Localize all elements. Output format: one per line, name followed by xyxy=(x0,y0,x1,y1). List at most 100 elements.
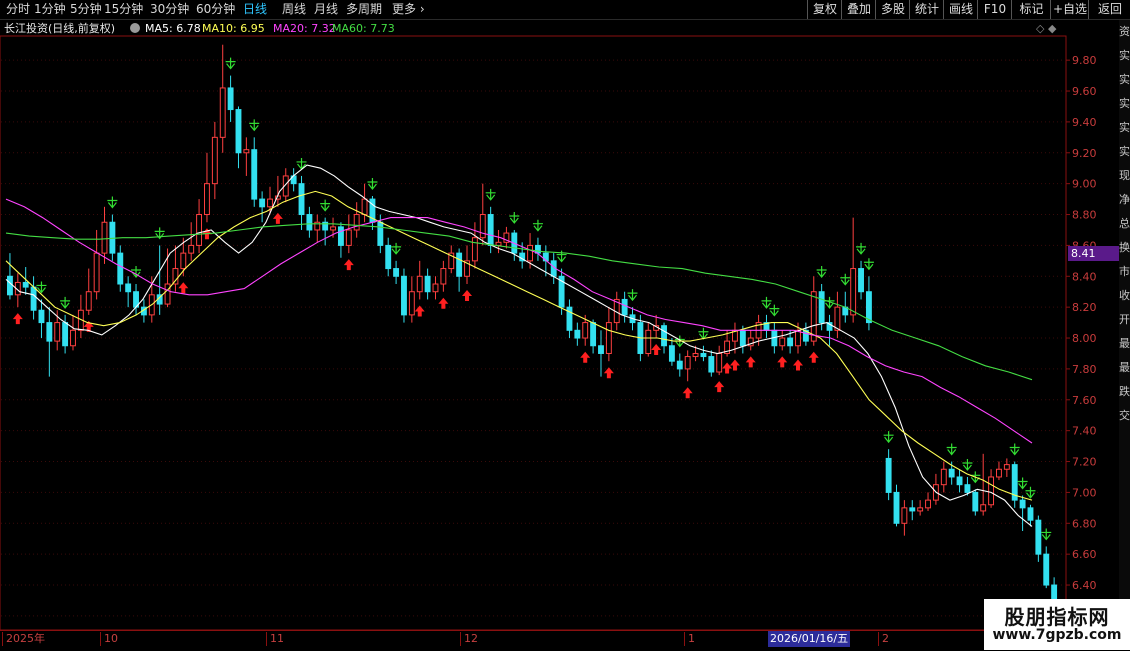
candle-body xyxy=(858,268,864,293)
toolbar-button[interactable]: 统计 xyxy=(909,0,944,19)
candle-body xyxy=(621,298,628,316)
candle-body xyxy=(117,252,124,285)
candle-body xyxy=(865,291,872,324)
down-arrow-icon xyxy=(816,266,827,278)
candle-body xyxy=(980,504,987,512)
up-arrow-icon xyxy=(651,344,662,356)
candle-body xyxy=(298,183,305,216)
down-arrow-icon xyxy=(485,188,496,201)
candle-body xyxy=(330,226,336,231)
right-strip-label: 净 xyxy=(1119,193,1130,206)
down-arrow-icon xyxy=(962,458,973,471)
down-arrow-icon xyxy=(320,199,331,212)
candle-body xyxy=(267,198,273,208)
candle-body xyxy=(70,329,76,347)
candle-body xyxy=(93,252,100,293)
y-axis-label: 7.00 xyxy=(1072,486,1097,499)
candle-body xyxy=(180,252,187,270)
right-strip-label: 资 xyxy=(1119,25,1130,38)
candle-body xyxy=(1035,519,1042,555)
up-arrow-icon xyxy=(462,290,473,302)
candle-body xyxy=(925,499,931,509)
down-arrow-icon xyxy=(509,211,520,224)
y-axis-label: 9.40 xyxy=(1072,116,1097,129)
current-price-tag: 8.41 xyxy=(1068,246,1121,261)
candle-body xyxy=(251,149,258,200)
candle-body xyxy=(337,226,344,246)
right-strip-label: 总 xyxy=(1119,217,1130,230)
period-tab[interactable]: 5分钟 xyxy=(70,1,102,18)
candle-body xyxy=(432,283,439,293)
watermark: 股朋指标网 www.7gpzb.com xyxy=(984,599,1130,650)
candle-body xyxy=(605,322,612,354)
toolbar-button[interactable]: +自选 xyxy=(1050,0,1089,19)
up-arrow-icon xyxy=(414,305,425,317)
date-axis-label: 11 xyxy=(266,632,284,646)
right-strip-label: 实 xyxy=(1119,73,1130,86)
candle-body xyxy=(996,468,1002,478)
down-arrow-icon xyxy=(863,258,874,271)
toolbar-button[interactable]: 复权 xyxy=(807,0,842,19)
period-tab[interactable]: 15分钟 xyxy=(104,1,143,18)
candle-body xyxy=(377,221,384,246)
toolbar-button[interactable]: 返回 xyxy=(1088,0,1130,19)
up-arrow-icon xyxy=(714,381,725,393)
candle-body xyxy=(393,268,400,277)
candle-body xyxy=(598,345,604,354)
right-strip-label: 现 xyxy=(1119,169,1130,182)
y-axis-label: 9.80 xyxy=(1072,54,1097,67)
toolbar-button[interactable]: 标记 xyxy=(1011,0,1051,19)
candle-body xyxy=(850,268,857,316)
candle-body xyxy=(574,329,581,339)
watermark-url: www.7gpzb.com xyxy=(992,627,1122,643)
period-tab[interactable]: 30分钟 xyxy=(150,1,189,18)
period-tab[interactable]: 多周期 xyxy=(346,1,382,18)
candle-body xyxy=(818,291,825,324)
y-axis-label: 6.80 xyxy=(1072,517,1097,530)
toolbar-button[interactable]: 多股 xyxy=(875,0,910,19)
down-arrow-icon xyxy=(856,242,867,255)
date-axis: 2 1 12 11 10 2025年 2026/01/16/五 xyxy=(0,630,1130,651)
candle-body xyxy=(22,281,29,288)
candle-body xyxy=(972,491,979,512)
candle-body xyxy=(1027,507,1034,521)
candle-body xyxy=(527,244,534,262)
period-tab[interactable]: 月线 xyxy=(314,1,338,18)
y-axis-label: 8.20 xyxy=(1072,301,1097,314)
date-axis-label: 2 xyxy=(878,632,889,646)
down-arrow-icon xyxy=(131,266,142,278)
date-axis-label: 2025年 xyxy=(2,632,45,646)
period-tab[interactable]: 周线 xyxy=(282,1,306,18)
candle-body xyxy=(30,286,37,311)
candle-body xyxy=(306,214,313,231)
toolbar-button[interactable]: 叠加 xyxy=(841,0,876,19)
candle-body xyxy=(956,476,963,486)
up-arrow-icon xyxy=(12,313,23,325)
period-tab[interactable]: 60分钟 xyxy=(196,1,235,18)
candle-body xyxy=(54,322,61,342)
right-strip-label: 换 xyxy=(1119,241,1130,254)
up-arrow-icon xyxy=(682,387,693,399)
period-tab[interactable]: 更多 › xyxy=(392,1,425,18)
down-arrow-icon xyxy=(225,57,236,70)
candle-body xyxy=(235,109,242,154)
ma-line-ma5 xyxy=(5,164,1033,527)
period-tab[interactable]: 日线 xyxy=(243,1,267,18)
candle-body xyxy=(85,291,92,311)
candle-body xyxy=(779,337,786,347)
candle-body xyxy=(676,360,683,370)
period-tab[interactable]: 分时 xyxy=(6,1,30,18)
candlestick-chart[interactable]: 9.809.609.409.209.008.808.608.408.208.00… xyxy=(0,20,1119,630)
right-info-strip: 资实实实实实现净总换市收开最最跌交 xyxy=(1119,20,1130,630)
candle-body xyxy=(227,87,234,111)
right-strip-label: 实 xyxy=(1119,97,1130,110)
down-arrow-icon xyxy=(761,296,772,309)
candle-body xyxy=(716,352,723,373)
down-arrow-icon xyxy=(60,296,71,309)
candle-body xyxy=(948,468,955,478)
right-strip-label: 最 xyxy=(1119,337,1130,350)
toolbar-button[interactable]: F10 xyxy=(977,0,1012,19)
period-tab[interactable]: 1分钟 xyxy=(34,1,66,18)
toolbar-button[interactable]: 画线 xyxy=(943,0,978,19)
up-arrow-icon xyxy=(438,297,449,309)
